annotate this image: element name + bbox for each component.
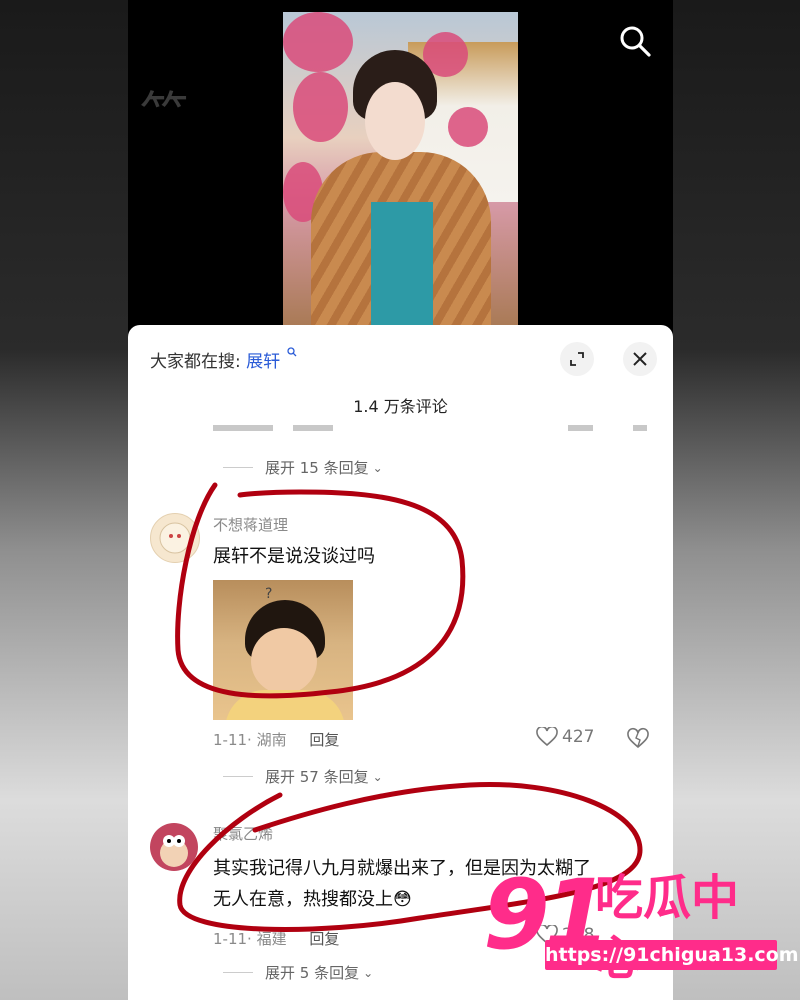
- expand-replies-label: 展开 57 条回复: [265, 768, 369, 786]
- comment-meta: 1-11· 福建 回复: [213, 930, 340, 948]
- avatar[interactable]: [150, 823, 198, 871]
- reply-button[interactable]: 回复: [309, 930, 339, 948]
- close-icon: [633, 352, 647, 366]
- chevron-down-icon: ⌄: [372, 769, 383, 784]
- suggested-search[interactable]: 大家都在搜: 展轩: [150, 347, 297, 372]
- expand-replies-2[interactable]: 展开 57 条回复 ⌄: [223, 766, 383, 787]
- video-thumbnail: [283, 12, 518, 327]
- flushed-emoji-icon: 😳: [393, 889, 412, 910]
- background-right: [673, 0, 800, 1000]
- expand-replies-label: 展开 15 条回复: [265, 459, 369, 477]
- heart-icon: [536, 727, 558, 747]
- search-icon[interactable]: [618, 24, 652, 58]
- close-button[interactable]: [623, 342, 657, 376]
- watermark-url: https://91chigua13.com: [545, 940, 799, 970]
- expand-replies-label: 展开 5 条回复: [265, 964, 360, 982]
- small-search-icon: [286, 347, 297, 357]
- chevron-down-icon: ⌄: [363, 965, 374, 980]
- search-term-link[interactable]: 展轩: [246, 352, 280, 372]
- expand-replies-3[interactable]: 展开 5 条回复 ⌄: [223, 962, 373, 983]
- search-prefix-label: 大家都在搜:: [150, 352, 241, 372]
- image-question-mark: ?: [265, 586, 273, 602]
- comment-date: 1-11: [213, 731, 248, 749]
- like-button[interactable]: 427: [536, 727, 594, 747]
- comment-image[interactable]: ?: [213, 580, 353, 720]
- comment-meta: 1-11· 湖南 回复: [213, 731, 340, 749]
- comments-header: 大家都在搜: 展轩 1.4 万条评论: [128, 325, 673, 416]
- partial-scrolled-row: [213, 425, 653, 439]
- reply-button[interactable]: 回复: [309, 731, 339, 749]
- video-player[interactable]: ⺮: [128, 0, 673, 330]
- comment-text: 展轩不是说没谈过吗: [213, 546, 375, 567]
- comment-username[interactable]: 聚氯乙烯: [213, 823, 273, 844]
- broken-heart-icon[interactable]: [626, 727, 650, 751]
- comment-date: 1-11: [213, 930, 248, 948]
- watermark-text: 吃瓜中心: [595, 870, 740, 986]
- comment-username[interactable]: 不想蒋道理: [213, 514, 288, 535]
- comment-location: 福建: [256, 930, 287, 948]
- background-left: [0, 0, 128, 1000]
- chevron-down-icon: ⌄: [372, 460, 383, 475]
- expand-icon: [570, 352, 584, 366]
- comment-location: 湖南: [256, 731, 287, 749]
- avatar[interactable]: [150, 513, 200, 563]
- video-overlay-glyph: ⺮: [140, 87, 189, 143]
- watermark: 91 吃瓜中心 https://91chigua13.com: [483, 860, 799, 986]
- expand-replies-1[interactable]: 展开 15 条回复 ⌄: [223, 457, 383, 478]
- phone-screen: ⺮ 大家都在搜: 展轩 1.4 万条评论 展开 15 条回复 ⌄ 不想蒋道理 展…: [128, 0, 673, 1000]
- like-count: 427: [562, 727, 595, 747]
- expand-button[interactable]: [560, 342, 594, 376]
- comment-count-title: 1.4 万条评论: [353, 397, 448, 416]
